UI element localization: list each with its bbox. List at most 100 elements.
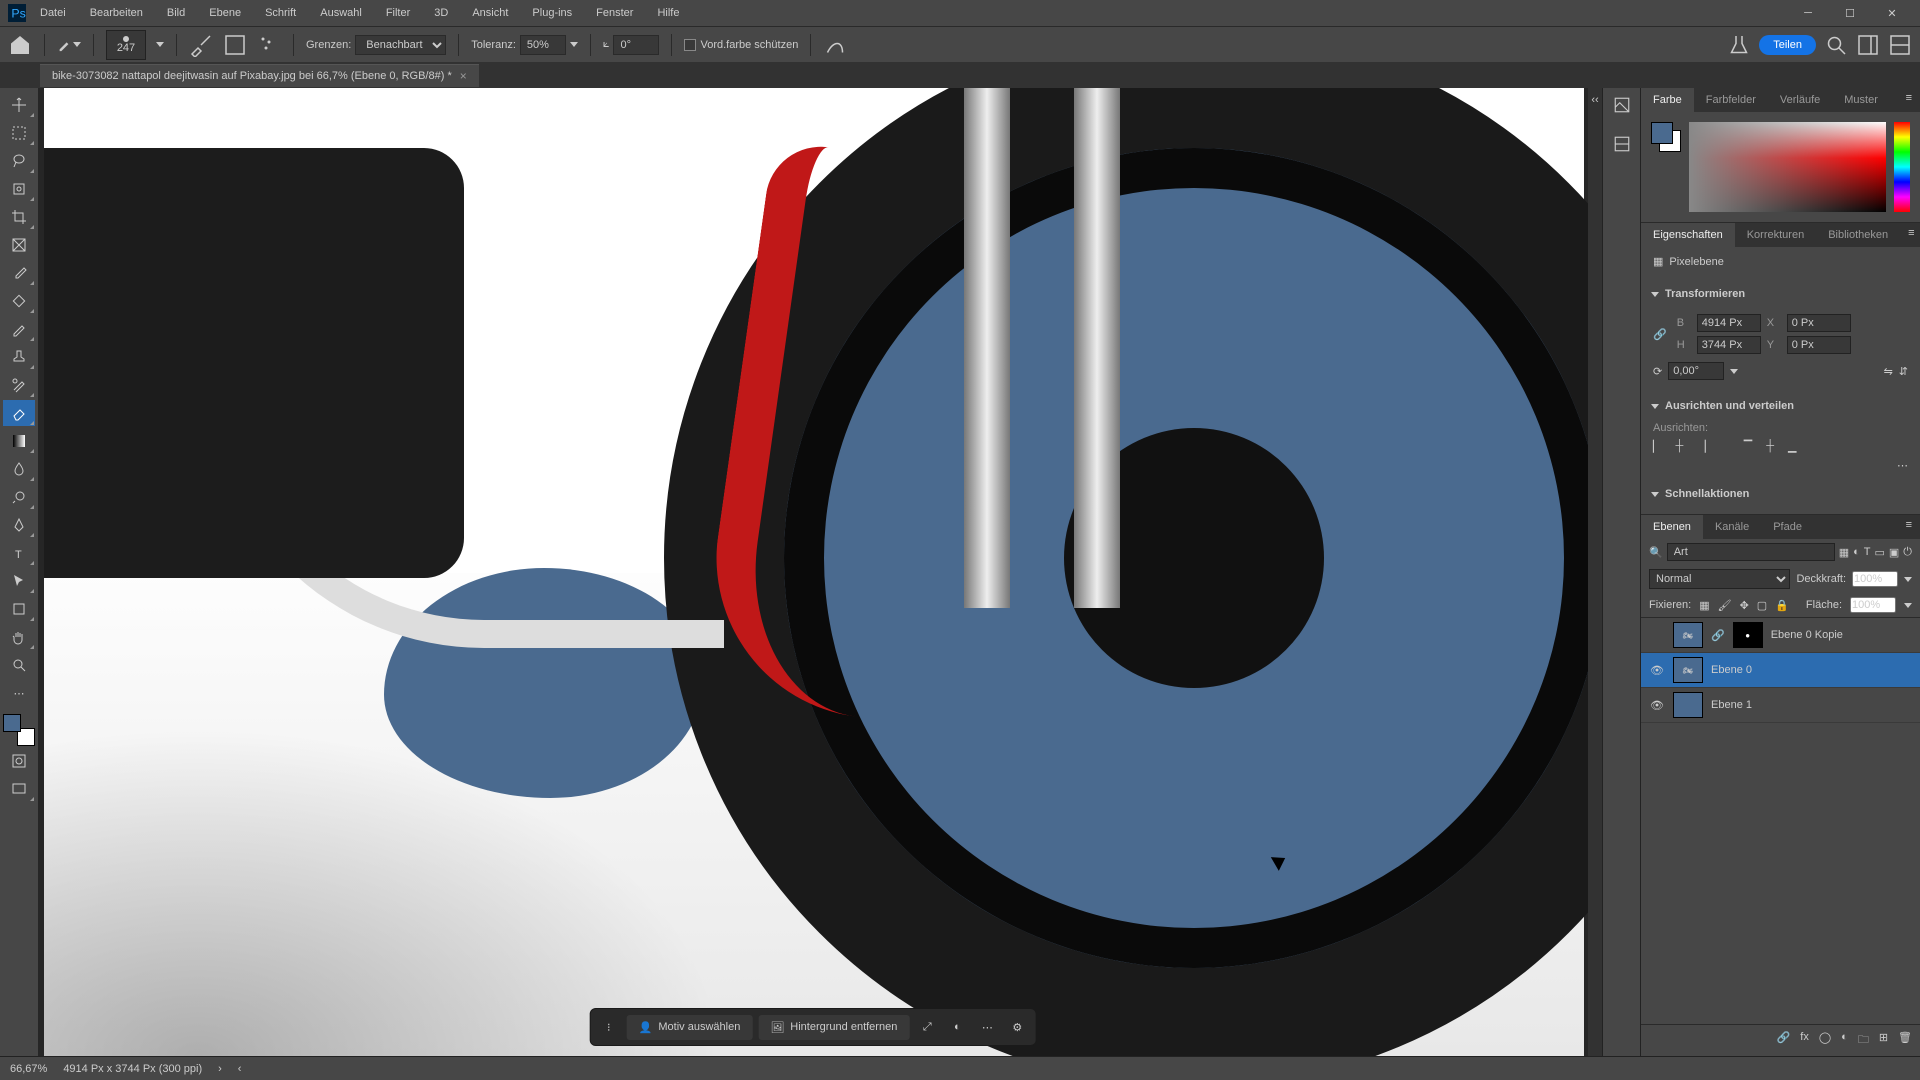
- workspace-menu-icon[interactable]: [1888, 33, 1912, 57]
- opacity-input[interactable]: [1852, 571, 1898, 587]
- brush-settings-icon[interactable]: [189, 33, 213, 57]
- menu-ansicht[interactable]: Ansicht: [462, 3, 518, 23]
- blur-tool[interactable]: [3, 456, 35, 482]
- align-right-icon[interactable]: ▕: [1697, 440, 1705, 453]
- path-select-tool[interactable]: [3, 568, 35, 594]
- panel-icon-1[interactable]: [1613, 96, 1631, 117]
- brush-tool[interactable]: [3, 316, 35, 342]
- menu-filter[interactable]: Filter: [376, 3, 420, 23]
- flip-v-icon[interactable]: ⇵: [1899, 365, 1908, 378]
- hand-tool[interactable]: [3, 624, 35, 650]
- align-left-icon[interactable]: ▏: [1653, 440, 1661, 453]
- beaker-icon[interactable]: [1727, 33, 1751, 57]
- menu-datei[interactable]: Datei: [30, 3, 76, 23]
- lock-all-icon[interactable]: 🔒: [1775, 599, 1789, 612]
- marquee-tool[interactable]: [3, 120, 35, 146]
- brush-preview[interactable]: 247: [106, 30, 146, 60]
- panel-menu-icon[interactable]: ≡: [1898, 515, 1920, 539]
- visibility-toggle[interactable]: 👁: [1649, 662, 1665, 678]
- share-button[interactable]: Teilen: [1759, 35, 1816, 55]
- canvas-area[interactable]: ⁝ 👤Motiv auswählen 🖼Hintergrund entferne…: [38, 88, 1588, 1056]
- layer-filter-select[interactable]: [1667, 543, 1835, 561]
- tab-kanaele[interactable]: Kanäle: [1703, 515, 1761, 539]
- pen-tool[interactable]: [3, 512, 35, 538]
- menu-3d[interactable]: 3D: [424, 3, 458, 23]
- fill-input[interactable]: [1850, 597, 1896, 613]
- tab-korrekturen[interactable]: Korrekturen: [1735, 223, 1816, 247]
- blend-mode-select[interactable]: Normal: [1649, 569, 1790, 589]
- layer-row[interactable]: 🏍 🔗 ● Ebene 0 Kopie: [1641, 618, 1920, 653]
- search-icon[interactable]: [1824, 33, 1848, 57]
- type-tool[interactable]: T: [3, 540, 35, 566]
- filter-smart-icon[interactable]: ▣: [1889, 546, 1899, 559]
- window-close-icon[interactable]: ✕: [1872, 1, 1912, 25]
- eraser-tool[interactable]: [3, 400, 35, 426]
- home-icon[interactable]: [8, 33, 32, 57]
- transform-header[interactable]: Transformieren: [1665, 288, 1745, 300]
- quick-actions-header[interactable]: Schnellaktionen: [1665, 488, 1749, 500]
- align-top-icon[interactable]: ▔: [1744, 440, 1752, 453]
- angle-input[interactable]: [613, 35, 659, 55]
- workspace-icon[interactable]: [1856, 33, 1880, 57]
- align-bottom-icon[interactable]: ▁: [1788, 440, 1796, 453]
- screenmode-icon[interactable]: [3, 776, 35, 802]
- frame-tool[interactable]: [3, 232, 35, 258]
- x-input[interactable]: [1787, 314, 1851, 332]
- tab-bibliotheken[interactable]: Bibliotheken: [1816, 223, 1900, 247]
- filter-shape-icon[interactable]: ▭: [1874, 546, 1884, 559]
- hue-slider[interactable]: [1894, 122, 1910, 212]
- window-minimize-icon[interactable]: ─: [1788, 1, 1828, 25]
- pressure-icon[interactable]: [823, 33, 847, 57]
- adjust-icon[interactable]: ◐: [943, 1013, 971, 1041]
- fx-icon[interactable]: fx: [1800, 1031, 1809, 1050]
- layer-name[interactable]: Ebene 0 Kopie: [1771, 629, 1843, 641]
- menu-bearbeiten[interactable]: Bearbeiten: [80, 3, 153, 23]
- new-layer-icon[interactable]: ⊞: [1879, 1031, 1888, 1050]
- adjustment-icon[interactable]: ◐: [1841, 1031, 1848, 1050]
- panel-menu-icon[interactable]: ≡: [1900, 223, 1920, 247]
- visibility-toggle[interactable]: 👁: [1649, 697, 1665, 713]
- y-input[interactable]: [1787, 336, 1851, 354]
- spray-icon[interactable]: [257, 33, 281, 57]
- heal-tool[interactable]: [3, 288, 35, 314]
- flip-h-icon[interactable]: ⇋: [1884, 365, 1893, 378]
- lock-nest-icon[interactable]: ▢: [1757, 599, 1767, 612]
- lasso-tool[interactable]: [3, 148, 35, 174]
- more-icon[interactable]: ⋯: [973, 1013, 1001, 1041]
- mask-icon[interactable]: ◯: [1819, 1031, 1831, 1050]
- height-input[interactable]: [1697, 336, 1761, 354]
- gradient-tool[interactable]: [3, 428, 35, 454]
- lock-pixel-icon[interactable]: 🖌: [1718, 599, 1732, 612]
- tab-verlaeufe[interactable]: Verläufe: [1768, 88, 1832, 112]
- rotation-input[interactable]: [1668, 362, 1724, 380]
- menu-bild[interactable]: Bild: [157, 3, 195, 23]
- group-icon[interactable]: 🗀: [1858, 1031, 1869, 1050]
- drag-handle-icon[interactable]: ⁝: [595, 1013, 623, 1041]
- layer-name[interactable]: Ebene 1: [1711, 699, 1752, 711]
- status-prev-icon[interactable]: ‹: [238, 1063, 242, 1075]
- fg-bg-colors[interactable]: [3, 714, 35, 746]
- menu-auswahl[interactable]: Auswahl: [310, 3, 372, 23]
- delete-icon[interactable]: 🗑: [1898, 1031, 1912, 1050]
- layer-row[interactable]: 👁 Ebene 1: [1641, 688, 1920, 723]
- shape-tool[interactable]: [3, 596, 35, 622]
- filter-pixel-icon[interactable]: ▦: [1839, 546, 1849, 559]
- tab-farbfelder[interactable]: Farbfelder: [1694, 88, 1768, 112]
- zoom-level[interactable]: 66,67%: [10, 1063, 47, 1075]
- crop-tool[interactable]: [3, 204, 35, 230]
- menu-ebene[interactable]: Ebene: [199, 3, 251, 23]
- align-header[interactable]: Ausrichten und verteilen: [1665, 400, 1794, 412]
- transform-icon[interactable]: ⤢: [913, 1013, 941, 1041]
- tab-muster[interactable]: Muster: [1832, 88, 1890, 112]
- lock-pos-icon[interactable]: ✥: [1740, 599, 1749, 612]
- eyedropper-tool[interactable]: [3, 260, 35, 286]
- menu-fenster[interactable]: Fenster: [586, 3, 643, 23]
- filter-type-icon[interactable]: T: [1864, 546, 1871, 558]
- color-swatches[interactable]: [1651, 122, 1681, 152]
- quickmask-icon[interactable]: [3, 748, 35, 774]
- tolerance-input[interactable]: [520, 35, 566, 55]
- protect-fg-checkbox[interactable]: [684, 39, 696, 51]
- lock-trans-icon[interactable]: ▦: [1699, 599, 1709, 612]
- limits-select[interactable]: Benachbart: [355, 35, 446, 55]
- tab-ebenen[interactable]: Ebenen: [1641, 515, 1703, 539]
